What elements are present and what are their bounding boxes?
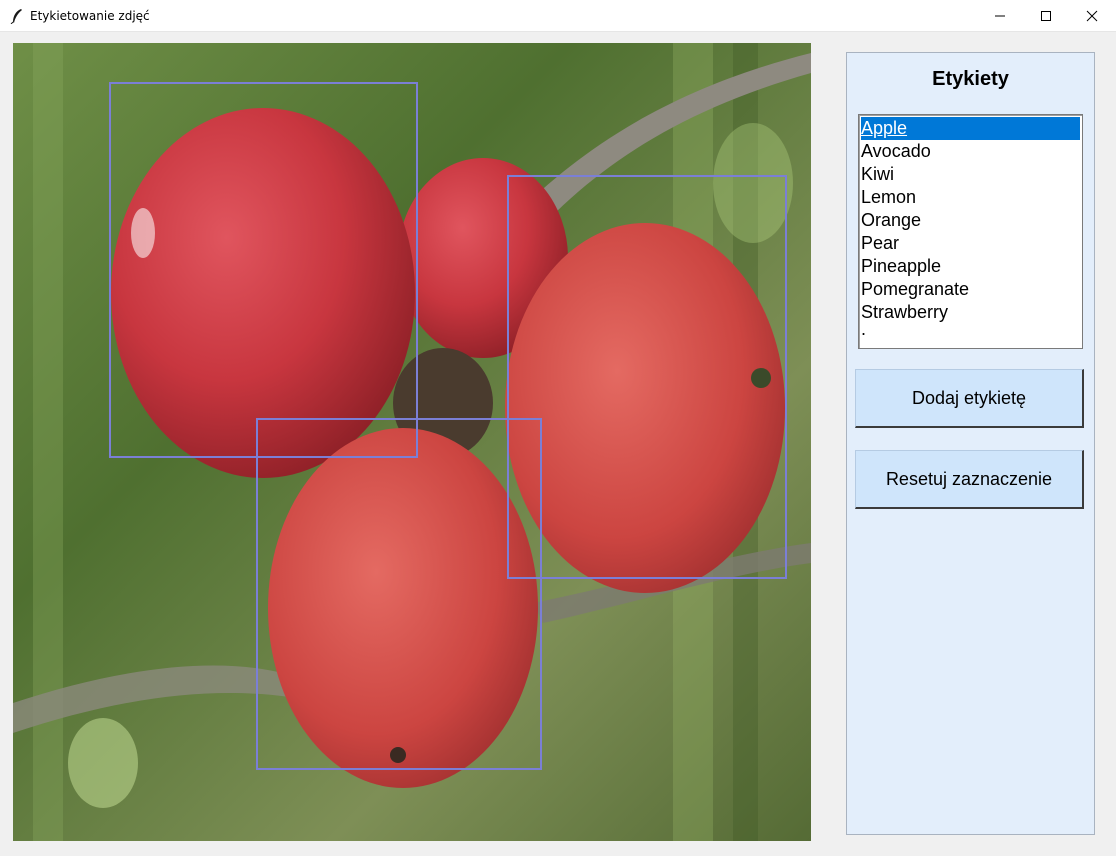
- list-item[interactable]: Apple: [861, 117, 1080, 140]
- list-item[interactable]: Pineapple: [859, 255, 1082, 278]
- close-button[interactable]: [1069, 0, 1115, 31]
- feather-icon: [10, 9, 22, 24]
- list-item[interactable]: Strawberry: [859, 301, 1082, 324]
- minimize-icon: [995, 15, 1005, 16]
- reset-selection-button[interactable]: Resetuj zaznaczenie: [855, 450, 1084, 509]
- panel-title: Etykiety: [932, 68, 1009, 90]
- list-item[interactable]: Pomegranate: [859, 278, 1082, 301]
- labels-panel: Etykiety Apple Avocado Kiwi Lemon Orange…: [846, 52, 1095, 835]
- title-bar: Etykietowanie zdjęć: [0, 0, 1116, 32]
- close-icon: [1086, 10, 1098, 21]
- minimize-button[interactable]: [977, 0, 1023, 31]
- image-canvas[interactable]: [13, 43, 811, 841]
- list-item[interactable]: .: [859, 320, 1082, 338]
- list-item[interactable]: Lemon: [859, 186, 1082, 209]
- list-item[interactable]: Orange: [859, 209, 1082, 232]
- list-item[interactable]: Kiwi: [859, 163, 1082, 186]
- add-label-button[interactable]: Dodaj etykietę: [855, 369, 1084, 428]
- labels-listbox[interactable]: Apple Avocado Kiwi Lemon Orange Pear Pin…: [858, 114, 1083, 349]
- maximize-button[interactable]: [1023, 0, 1069, 31]
- list-item[interactable]: Avocado: [859, 140, 1082, 163]
- maximize-icon: [1041, 10, 1051, 21]
- window-title: Etykietowanie zdjęć: [30, 9, 150, 23]
- list-item[interactable]: Pear: [859, 232, 1082, 255]
- apple-photo: [13, 43, 811, 841]
